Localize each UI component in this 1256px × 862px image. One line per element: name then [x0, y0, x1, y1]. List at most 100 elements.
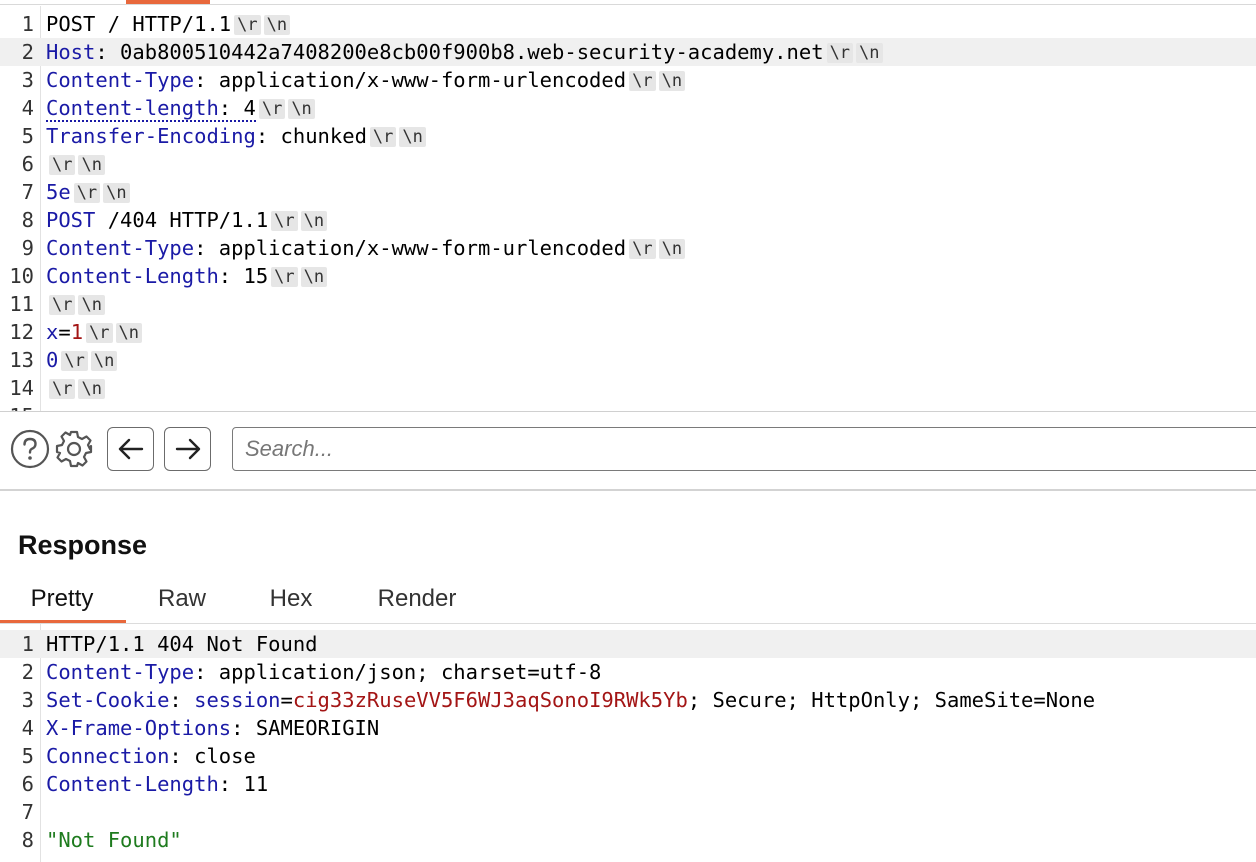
- code-line: 5 Transfer-Encoding: chunked \r \n: [0, 122, 1256, 150]
- carriage-return-marker: \r: [629, 71, 656, 91]
- code-line: 4 X-Frame-Options: SAMEORIGIN: [0, 714, 1256, 742]
- line-number: 7: [21, 180, 34, 204]
- search-input[interactable]: [232, 427, 1256, 471]
- code-line: 8 POST /404 HTTP/1.1 \r \n: [0, 206, 1256, 234]
- line-number: 5: [21, 124, 34, 148]
- header-value: HTTP/1.1 404 Not Found: [46, 632, 318, 656]
- header-value: : 11: [218, 772, 269, 796]
- line-content: Host: 0ab800510442a7408200e8cb00f900b8.w…: [46, 38, 883, 66]
- line-number: 9: [21, 236, 34, 260]
- response-editor[interactable]: 1 HTTP/1.1 404 Not Found 2 Content-Type: ap…: [0, 624, 1256, 862]
- line-number: 2: [21, 660, 34, 684]
- tab-pretty[interactable]: Pretty: [0, 578, 124, 620]
- newline-marker: \n: [78, 155, 105, 175]
- back-button[interactable]: [107, 427, 154, 471]
- help-button[interactable]: [9, 428, 51, 470]
- tab-raw[interactable]: Raw: [140, 578, 224, 620]
- line-number: 5: [21, 744, 34, 768]
- line-number: 6: [21, 152, 34, 176]
- header-name: Content-Type: [46, 68, 195, 92]
- line-content: HTTP/1.1 404 Not Found: [46, 630, 318, 658]
- header-name: 5e: [46, 180, 71, 204]
- header-name: Content-Length: [46, 264, 219, 288]
- header-value: : close: [169, 744, 256, 768]
- help-icon: [10, 429, 50, 469]
- line-text: 0: [46, 348, 58, 372]
- header-value: : application/x-www-form-urlencoded: [194, 236, 627, 260]
- editor-top-border: [0, 4, 1256, 5]
- header-name: Content-Type: [46, 660, 195, 684]
- request-editor[interactable]: 1 POST / HTTP/1.1 \r \n 2 Host: 0ab800510442a…: [0, 0, 1256, 411]
- line-number: 12: [9, 320, 34, 344]
- line-number: 11: [9, 292, 34, 316]
- header-name: Host: [46, 40, 96, 64]
- line-text: Content-Type: application/json; charset=…: [46, 660, 601, 684]
- line-number: 8: [21, 828, 34, 852]
- carriage-return-marker: \r: [234, 15, 261, 35]
- carriage-return-marker: \r: [73, 183, 101, 203]
- line-text: X-Frame-Options: SAMEORIGIN: [46, 716, 379, 740]
- newline-marker: \n: [658, 71, 686, 91]
- newline-marker: \n: [856, 43, 883, 63]
- header-name: x: [46, 320, 59, 344]
- line-text: POST /404 HTTP/1.1: [46, 208, 268, 232]
- arrow-left-icon: [118, 438, 143, 460]
- line-content: "Not Found": [46, 826, 182, 854]
- code-line: 2 Host: 0ab800510442a7408200e8cb00f900b8.…: [0, 38, 1256, 66]
- code-line: 1 POST / HTTP/1.1 \r \n: [0, 10, 1256, 38]
- string-value: "Not Found": [46, 828, 182, 852]
- line-content: Content-Type: application/x-www-form-url…: [46, 234, 686, 262]
- line-number: 3: [21, 68, 34, 92]
- line-content: POST / HTTP/1.1 \r \n: [46, 10, 291, 38]
- header-value: POST / HTTP/1.1: [46, 12, 232, 36]
- carriage-return-marker: \r: [271, 267, 298, 287]
- tab-render[interactable]: Render: [358, 578, 476, 620]
- code-line: 3 Content-Type: application/x-www-form-ur…: [0, 66, 1256, 94]
- header-value: : 0ab800510442a7408200e8cb00f900b8.web-s…: [95, 40, 824, 64]
- header-name: 0: [46, 348, 59, 372]
- newline-marker: \n: [300, 211, 328, 231]
- line-content: Content-length: 4 \r \n: [46, 94, 315, 122]
- carriage-return-marker: \r: [49, 379, 76, 399]
- line-content: 0 \r \n: [46, 346, 118, 374]
- response-tabs: Pretty Raw Hex Render: [0, 578, 1256, 624]
- newline-marker: \n: [399, 127, 426, 147]
- forward-button[interactable]: [164, 427, 211, 471]
- code-line: 6 Content-Length: 11: [0, 770, 1256, 798]
- line-number: 1: [21, 632, 34, 656]
- carriage-return-marker: \r: [61, 351, 88, 371]
- header-value: =: [58, 320, 71, 344]
- pane-divider[interactable]: [0, 489, 1256, 491]
- line-number: 8: [21, 208, 34, 232]
- tab-hex[interactable]: Hex: [252, 578, 330, 620]
- code-line: 7 5e \r \n: [0, 178, 1256, 206]
- header-value: =: [280, 688, 293, 712]
- code-line: 1 HTTP/1.1 404 Not Found: [0, 630, 1256, 658]
- header-value: ; Secure; HttpOnly; SameSite=None: [687, 688, 1096, 712]
- code-line: 12 x=1 \r \n: [0, 318, 1256, 346]
- highlighted-value: 1: [70, 320, 84, 344]
- response-lines: 1 HTTP/1.1 404 Not Found 2 Content-Type: ap…: [0, 630, 1256, 854]
- header-value: : 4: [218, 96, 256, 120]
- header-name: Content-length: [46, 96, 219, 120]
- line-content: Content-Length: 15 \r \n: [46, 262, 328, 290]
- line-number: 4: [21, 716, 34, 740]
- line-number: 7: [21, 800, 34, 824]
- carriage-return-marker: \r: [49, 155, 76, 175]
- header-value: : application/x-www-form-urlencoded: [194, 68, 627, 92]
- code-line: 6 \r \n: [0, 150, 1256, 178]
- header-name: session: [194, 688, 281, 712]
- line-content: X-Frame-Options: SAMEORIGIN: [46, 714, 379, 742]
- line-content: Transfer-Encoding: chunked \r \n: [46, 122, 426, 150]
- settings-button[interactable]: [53, 428, 95, 470]
- carriage-return-marker: \r: [629, 239, 656, 259]
- line-text: Content-Type: application/x-www-form-url…: [46, 236, 626, 260]
- request-lines: 1 POST / HTTP/1.1 \r \n 2 Host: 0ab800510442a…: [0, 10, 1256, 402]
- line-number: 10: [9, 264, 34, 288]
- editor-toolbar: [0, 411, 1256, 490]
- line-content: \r \n: [46, 374, 105, 402]
- line-number: 14: [9, 376, 34, 400]
- carriage-return-marker: \r: [86, 323, 113, 343]
- line-content: Set-Cookie: session=cig33zRuseVV5F6WJ3aq…: [46, 686, 1095, 714]
- code-line: 8 "Not Found": [0, 826, 1256, 854]
